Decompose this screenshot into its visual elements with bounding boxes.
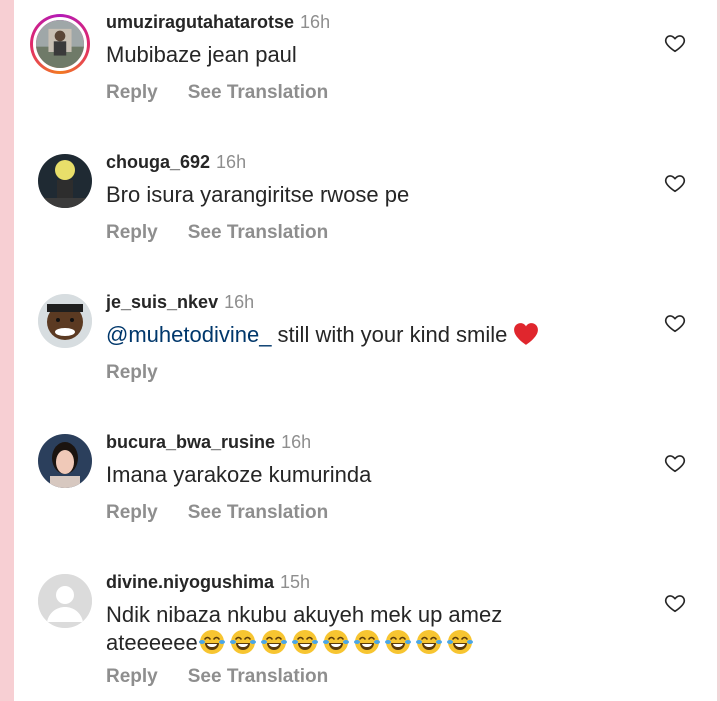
tears-of-joy-emoji-icon xyxy=(198,630,225,654)
avatar-image xyxy=(36,20,84,68)
username[interactable]: chouga_692 xyxy=(106,152,210,172)
left-edge-strip xyxy=(0,0,14,701)
comment-meta: bucura_bwa_rusine 16h xyxy=(106,431,311,453)
tears-of-joy-emoji-icon xyxy=(322,630,349,654)
emoji-group xyxy=(198,630,477,655)
comment-meta: chouga_692 16h xyxy=(106,151,246,173)
avatar[interactable] xyxy=(38,434,92,488)
tears-of-joy-emoji-icon xyxy=(446,630,473,654)
like-heart-icon[interactable] xyxy=(664,32,686,54)
comment-actions: Reply See Translation xyxy=(106,502,358,524)
see-translation-button[interactable]: See Translation xyxy=(188,666,328,687)
comment-actions: Reply xyxy=(106,362,188,384)
comment-item: je_suis_nkev 16h @muhetodivine_ still wit… xyxy=(14,280,717,420)
tears-of-joy-emoji-icon xyxy=(291,630,318,654)
see-translation-button[interactable]: See Translation xyxy=(188,82,328,103)
tears-of-joy-emoji-icon xyxy=(384,630,411,654)
like-heart-icon[interactable] xyxy=(664,172,686,194)
default-avatar-icon xyxy=(38,574,92,628)
comment-actions: Reply See Translation xyxy=(106,82,358,104)
avatar-image xyxy=(38,294,92,348)
timestamp: 15h xyxy=(280,572,311,592)
comment-text: Bro isura yarangiritse rwose pe xyxy=(106,182,410,207)
reply-button[interactable]: Reply xyxy=(106,362,158,383)
reply-button[interactable]: Reply xyxy=(106,666,158,687)
comment-text-line: Ndik nibaza nkubu akuyeh mek up amez xyxy=(106,602,503,627)
timestamp: 16h xyxy=(224,292,255,312)
comments-list: umuziragutahatarotse 16h Mubibaze jean pa… xyxy=(14,0,717,701)
avatar[interactable] xyxy=(30,14,90,74)
avatar[interactable] xyxy=(38,154,92,208)
avatar[interactable] xyxy=(38,294,92,348)
see-translation-button[interactable]: See Translation xyxy=(188,502,328,523)
comment-text-line: ateeeeee xyxy=(106,628,646,656)
timestamp: 16h xyxy=(216,152,247,172)
red-heart-emoji-icon xyxy=(514,323,539,345)
username[interactable]: bucura_bwa_rusine xyxy=(106,432,275,452)
timestamp: 16h xyxy=(300,12,331,32)
comment-text: @muhetodivine_ still with your kind smil… xyxy=(106,321,646,348)
comment-text: Mubibaze jean paul xyxy=(106,42,297,67)
comment-meta: umuziragutahatarotse 16h xyxy=(106,11,330,33)
comment-item: umuziragutahatarotse 16h Mubibaze jean pa… xyxy=(14,0,717,140)
comment-meta: divine.niyogushima 15h xyxy=(106,571,310,593)
reply-button[interactable]: Reply xyxy=(106,502,158,523)
comment-actions: Reply See Translation xyxy=(106,666,358,688)
comment-item: chouga_692 16h Bro isura yarangiritse rwo… xyxy=(14,140,717,280)
reply-button[interactable]: Reply xyxy=(106,82,158,103)
avatar-image xyxy=(38,434,92,488)
comment-item: bucura_bwa_rusine 16h Imana yarakoze kumu… xyxy=(14,420,717,560)
like-heart-icon[interactable] xyxy=(664,452,686,474)
comment-text: Ndik nibaza nkubu akuyeh mek up amez ate… xyxy=(106,601,646,656)
tears-of-joy-emoji-icon xyxy=(353,630,380,654)
comment-meta: je_suis_nkev 16h xyxy=(106,291,254,313)
username[interactable]: je_suis_nkev xyxy=(106,292,218,312)
comment-text-body: still with your kind smile xyxy=(271,322,508,347)
timestamp: 16h xyxy=(281,432,312,452)
comment-text: Imana yarakoze kumurinda xyxy=(106,462,372,487)
comment-item: divine.niyogushima 15h Ndik nibaza nkubu … xyxy=(14,560,717,700)
mention-link[interactable]: @muhetodivine_ xyxy=(106,322,271,347)
comment-text-line-body: ateeeeee xyxy=(106,630,198,655)
like-heart-icon[interactable] xyxy=(664,312,686,334)
reply-button[interactable]: Reply xyxy=(106,222,158,243)
username[interactable]: divine.niyogushima xyxy=(106,572,274,592)
tears-of-joy-emoji-icon xyxy=(415,630,442,654)
avatar[interactable] xyxy=(38,574,92,628)
comment-actions: Reply See Translation xyxy=(106,222,358,244)
avatar-image xyxy=(38,154,92,208)
like-heart-icon[interactable] xyxy=(664,592,686,614)
see-translation-button[interactable]: See Translation xyxy=(188,222,328,243)
tears-of-joy-emoji-icon xyxy=(260,630,287,654)
username[interactable]: umuziragutahatarotse xyxy=(106,12,294,32)
tears-of-joy-emoji-icon xyxy=(229,630,256,654)
